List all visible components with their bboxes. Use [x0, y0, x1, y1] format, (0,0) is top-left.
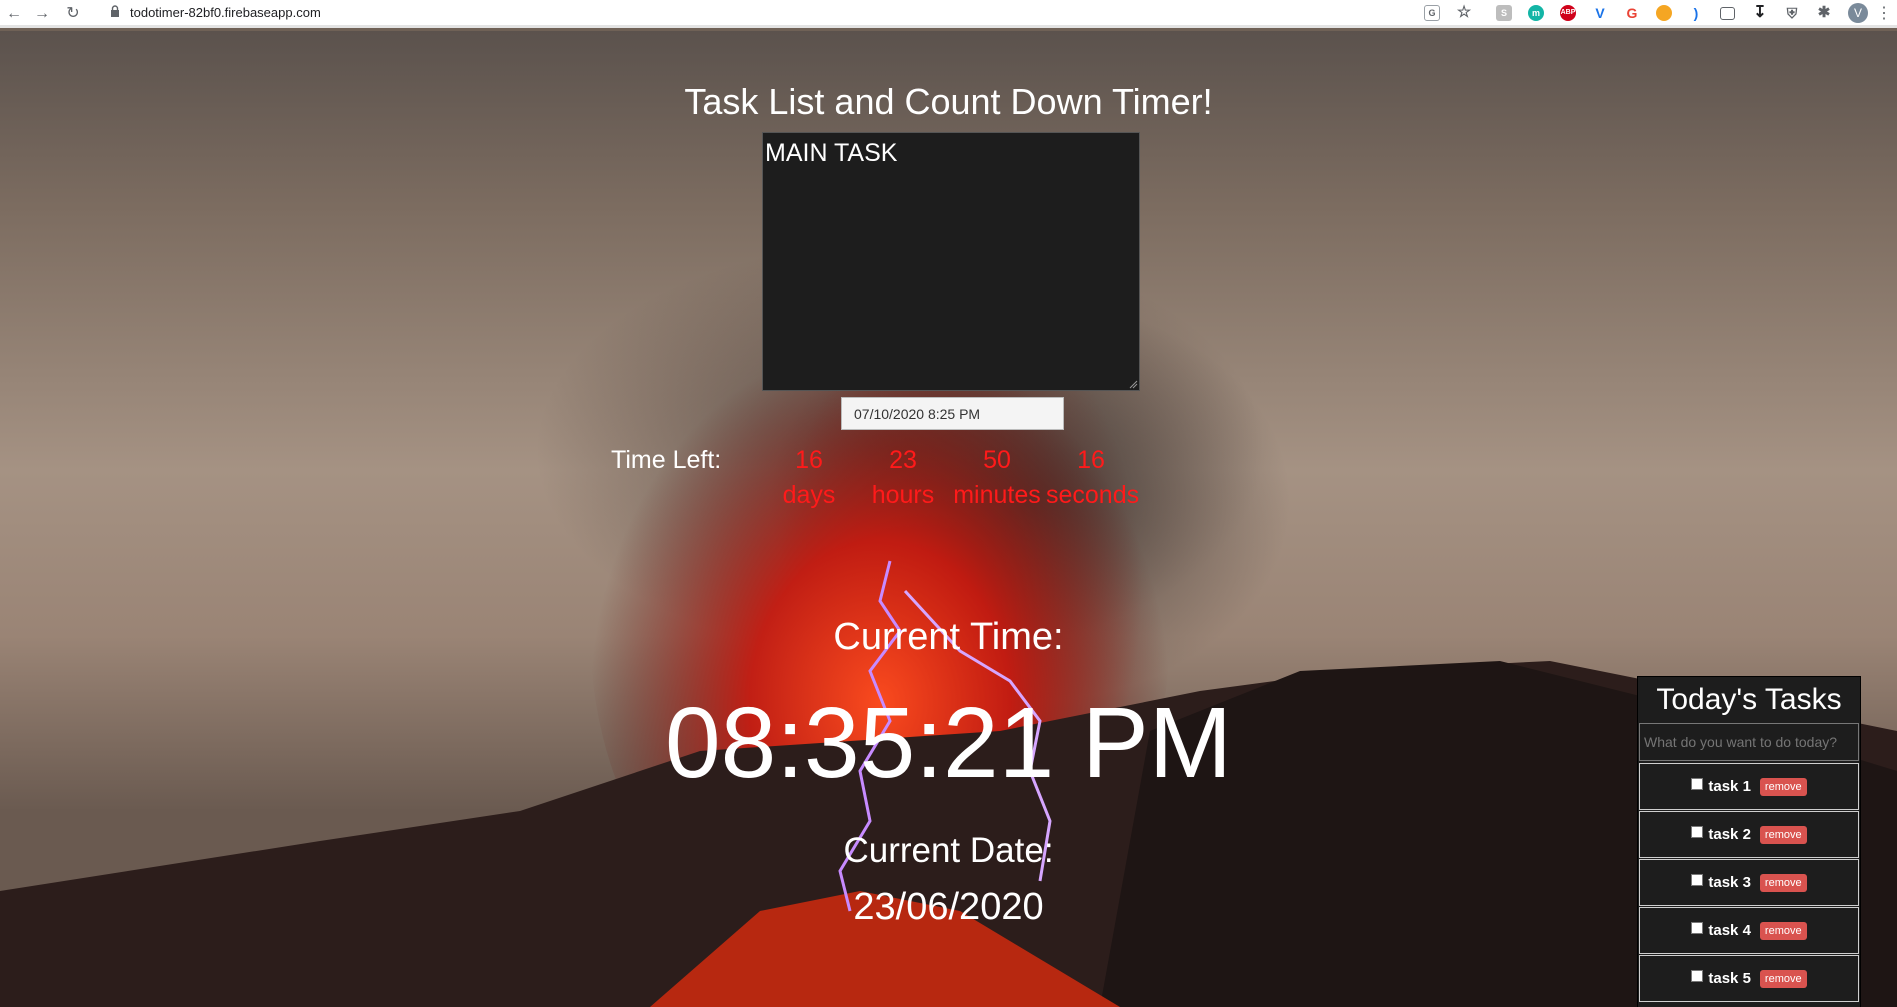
task-list-item: task 1 remove: [1639, 763, 1859, 810]
task-label: task 4: [1708, 922, 1751, 939]
task-checkbox[interactable]: [1691, 873, 1704, 886]
download-icon[interactable]: ↧: [1752, 5, 1768, 21]
extension-wave-icon[interactable]: ): [1688, 5, 1704, 21]
remove-task-button[interactable]: remove: [1759, 873, 1807, 892]
countdown-hours-value: 23: [889, 446, 917, 474]
back-icon[interactable]: ←: [4, 4, 24, 24]
todays-tasks-title: Today's Tasks: [1656, 683, 1842, 716]
remove-task-button[interactable]: remove: [1759, 825, 1807, 844]
task-checkbox[interactable]: [1691, 921, 1704, 934]
task-checkbox[interactable]: [1691, 825, 1704, 838]
task-list-item: task 3 remove: [1639, 859, 1859, 906]
new-task-input[interactable]: [1639, 723, 1859, 761]
task-label: task 2: [1708, 826, 1751, 843]
countdown-days-value: 16: [795, 446, 823, 474]
task-label: task 5: [1708, 970, 1751, 987]
resize-grip-icon[interactable]: [1128, 379, 1138, 389]
task-list-item: task 5 remove: [1639, 955, 1859, 1002]
countdown-seconds-unit: seconds: [1046, 481, 1140, 509]
more-menu-icon[interactable]: ⋮: [1876, 4, 1892, 24]
current-time-clock: 08:35:21 PM: [664, 687, 1233, 799]
extension-m-icon[interactable]: m: [1528, 5, 1544, 21]
star-icon[interactable]: ☆: [1456, 5, 1472, 21]
extension-face-icon[interactable]: [1656, 5, 1672, 21]
extension-g-icon[interactable]: G: [1624, 5, 1640, 21]
puzzle-icon[interactable]: ✱: [1816, 5, 1832, 21]
shield-icon[interactable]: ⛨: [1784, 5, 1800, 21]
adblock-icon[interactable]: ABP: [1560, 5, 1576, 21]
task-checkbox[interactable]: [1691, 969, 1704, 982]
reload-icon[interactable]: ↻: [63, 4, 83, 24]
countdown-seconds-value: 16: [1077, 446, 1105, 474]
task-checkbox[interactable]: [1691, 777, 1704, 790]
translate-icon[interactable]: G: [1424, 5, 1440, 21]
countdown-minutes-value: 50: [983, 446, 1011, 474]
remove-task-button[interactable]: remove: [1759, 921, 1807, 940]
task-list-item: task 2 remove: [1639, 811, 1859, 858]
task-label: task 1: [1708, 778, 1751, 795]
deadline-datetime-input[interactable]: [841, 397, 1064, 430]
countdown-days: 16 days: [764, 446, 854, 510]
countdown-seconds: 16 seconds: [1046, 446, 1140, 510]
extension-v-icon[interactable]: V: [1592, 5, 1608, 21]
address-bar[interactable]: todotimer-82bf0.firebaseapp.com: [104, 2, 1444, 24]
page-title: Task List and Count Down Timer!: [684, 81, 1213, 122]
countdown-hours-unit: hours: [871, 481, 935, 509]
current-date-label: Current Date:: [843, 831, 1054, 870]
browser-toolbar: ← → ↻ todotimer-82bf0.firebaseapp.com G …: [0, 0, 1897, 28]
main-task-textarea[interactable]: MAIN TASK: [762, 132, 1140, 391]
todays-tasks-panel: Today's Tasks task 1 remove task 2 remov…: [1637, 676, 1861, 1007]
current-date-value: 23/06/2020: [853, 886, 1044, 928]
extension-s-icon[interactable]: S: [1496, 5, 1512, 21]
forward-icon[interactable]: →: [32, 4, 52, 24]
countdown-hours: 23 hours: [858, 446, 948, 510]
lock-icon: [111, 5, 119, 17]
time-left-label: Time Left:: [611, 446, 722, 474]
task-label: task 3: [1708, 874, 1751, 891]
task-list-item: task 4 remove: [1639, 907, 1859, 954]
remove-task-button[interactable]: remove: [1759, 969, 1807, 988]
extension-window-icon[interactable]: [1720, 7, 1735, 20]
countdown-days-unit: days: [782, 481, 836, 509]
url-text: todotimer-82bf0.firebaseapp.com: [130, 5, 321, 20]
countdown-minutes-unit: minutes: [953, 481, 1041, 509]
current-time-label: Current Time:: [833, 616, 1064, 658]
task-list: task 1 remove task 2 remove task 3 remov…: [1639, 763, 1859, 1002]
countdown-minutes: 50 minutes: [952, 446, 1042, 510]
page-background: Task List and Count Down Timer! MAIN TAS…: [0, 31, 1897, 1007]
remove-task-button[interactable]: remove: [1759, 777, 1807, 796]
profile-avatar[interactable]: V: [1848, 3, 1868, 23]
